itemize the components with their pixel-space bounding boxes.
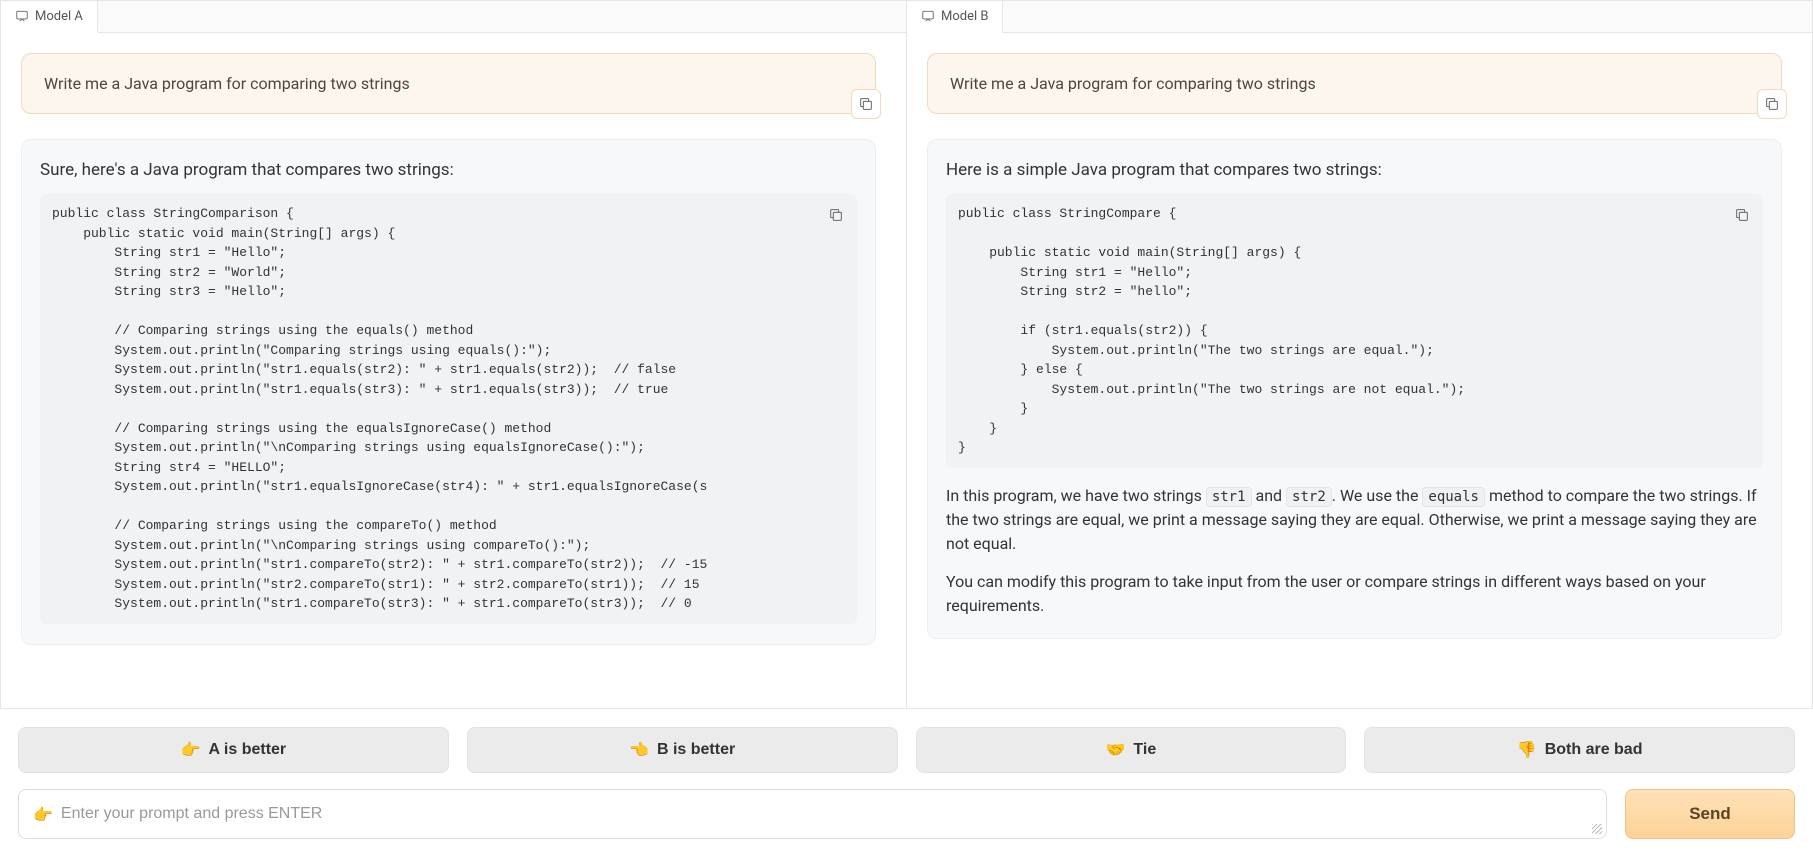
tab-label: Model B — [941, 9, 988, 24]
prompt-text: Write me a Java program for comparing tw… — [950, 74, 1316, 93]
copy-icon — [858, 96, 874, 112]
thumbs-down-icon: 👎 — [1517, 740, 1537, 760]
chat-icon — [15, 9, 29, 23]
explanation-1: In this program, we have two strings str… — [946, 484, 1763, 556]
explanation-2: You can modify this program to take inpu… — [946, 570, 1763, 618]
tab-label: Model A — [35, 9, 83, 24]
vote-both-bad-button[interactable]: 👎 Both are bad — [1364, 727, 1795, 773]
prompt-text: Write me a Java program for comparing tw… — [44, 74, 410, 93]
point-left-icon: 👈 — [629, 740, 649, 760]
code-text-a: public class StringComparison { public s… — [52, 204, 845, 614]
vote-b-better-button[interactable]: 👈 B is better — [467, 727, 898, 773]
hands-icon: 🤝 — [1106, 740, 1126, 760]
response-intro-a: Sure, here's a Java program that compare… — [40, 160, 857, 180]
user-prompt-a: Write me a Java program for comparing tw… — [21, 53, 876, 114]
vote-label: Both are bad — [1545, 741, 1643, 759]
prompt-input-container: 👉 — [18, 789, 1607, 839]
tab-bar-b: Model B — [907, 1, 1812, 33]
vote-label: B is better — [657, 741, 735, 759]
scroll-area-a[interactable]: Write me a Java program for comparing tw… — [1, 33, 906, 708]
user-prompt-b: Write me a Java program for comparing tw… — [927, 53, 1782, 114]
inline-code: str2 — [1286, 487, 1332, 507]
response-b: Here is a simple Java program that compa… — [927, 139, 1782, 639]
copy-code-button[interactable] — [823, 202, 849, 228]
panel-model-b: Model B Write me a Java program for comp… — [906, 1, 1812, 708]
comparison-panels: Model A Write me a Java program for comp… — [0, 0, 1813, 709]
vote-row: 👉 A is better 👈 B is better 🤝 Tie 👎 Both… — [0, 709, 1813, 781]
inline-code: equals — [1422, 487, 1485, 507]
panel-model-a: Model A Write me a Java program for comp… — [1, 1, 906, 708]
response-a: Sure, here's a Java program that compare… — [21, 139, 876, 645]
copy-icon — [1734, 207, 1750, 223]
vote-label: A is better — [209, 741, 287, 759]
response-intro-b: Here is a simple Java program that compa… — [946, 160, 1763, 180]
send-button[interactable]: Send — [1625, 789, 1795, 839]
scroll-area-b[interactable]: Write me a Java program for comparing tw… — [907, 33, 1812, 708]
vote-tie-button[interactable]: 🤝 Tie — [916, 727, 1347, 773]
copy-icon — [1764, 96, 1780, 112]
vote-a-better-button[interactable]: 👉 A is better — [18, 727, 449, 773]
point-right-icon: 👉 — [33, 805, 53, 824]
copy-icon — [828, 207, 844, 223]
copy-code-button[interactable] — [1729, 202, 1755, 228]
tab-model-a[interactable]: Model A — [1, 1, 98, 33]
copy-prompt-button[interactable] — [851, 89, 881, 119]
code-block-a: public class StringComparison { public s… — [40, 194, 857, 624]
chat-icon — [921, 9, 935, 23]
resize-handle[interactable] — [1592, 824, 1602, 834]
code-block-b: public class StringCompare { public stat… — [946, 194, 1763, 468]
code-text-b: public class StringCompare { public stat… — [958, 204, 1751, 458]
vote-label: Tie — [1133, 741, 1156, 759]
copy-prompt-button[interactable] — [1757, 89, 1787, 119]
inline-code: str1 — [1206, 487, 1252, 507]
tab-model-b[interactable]: Model B — [907, 1, 1003, 33]
prompt-input[interactable] — [61, 805, 1592, 823]
point-right-icon: 👉 — [181, 740, 201, 760]
input-row: 👉 Send — [0, 781, 1813, 857]
tab-bar-a: Model A — [1, 1, 906, 33]
